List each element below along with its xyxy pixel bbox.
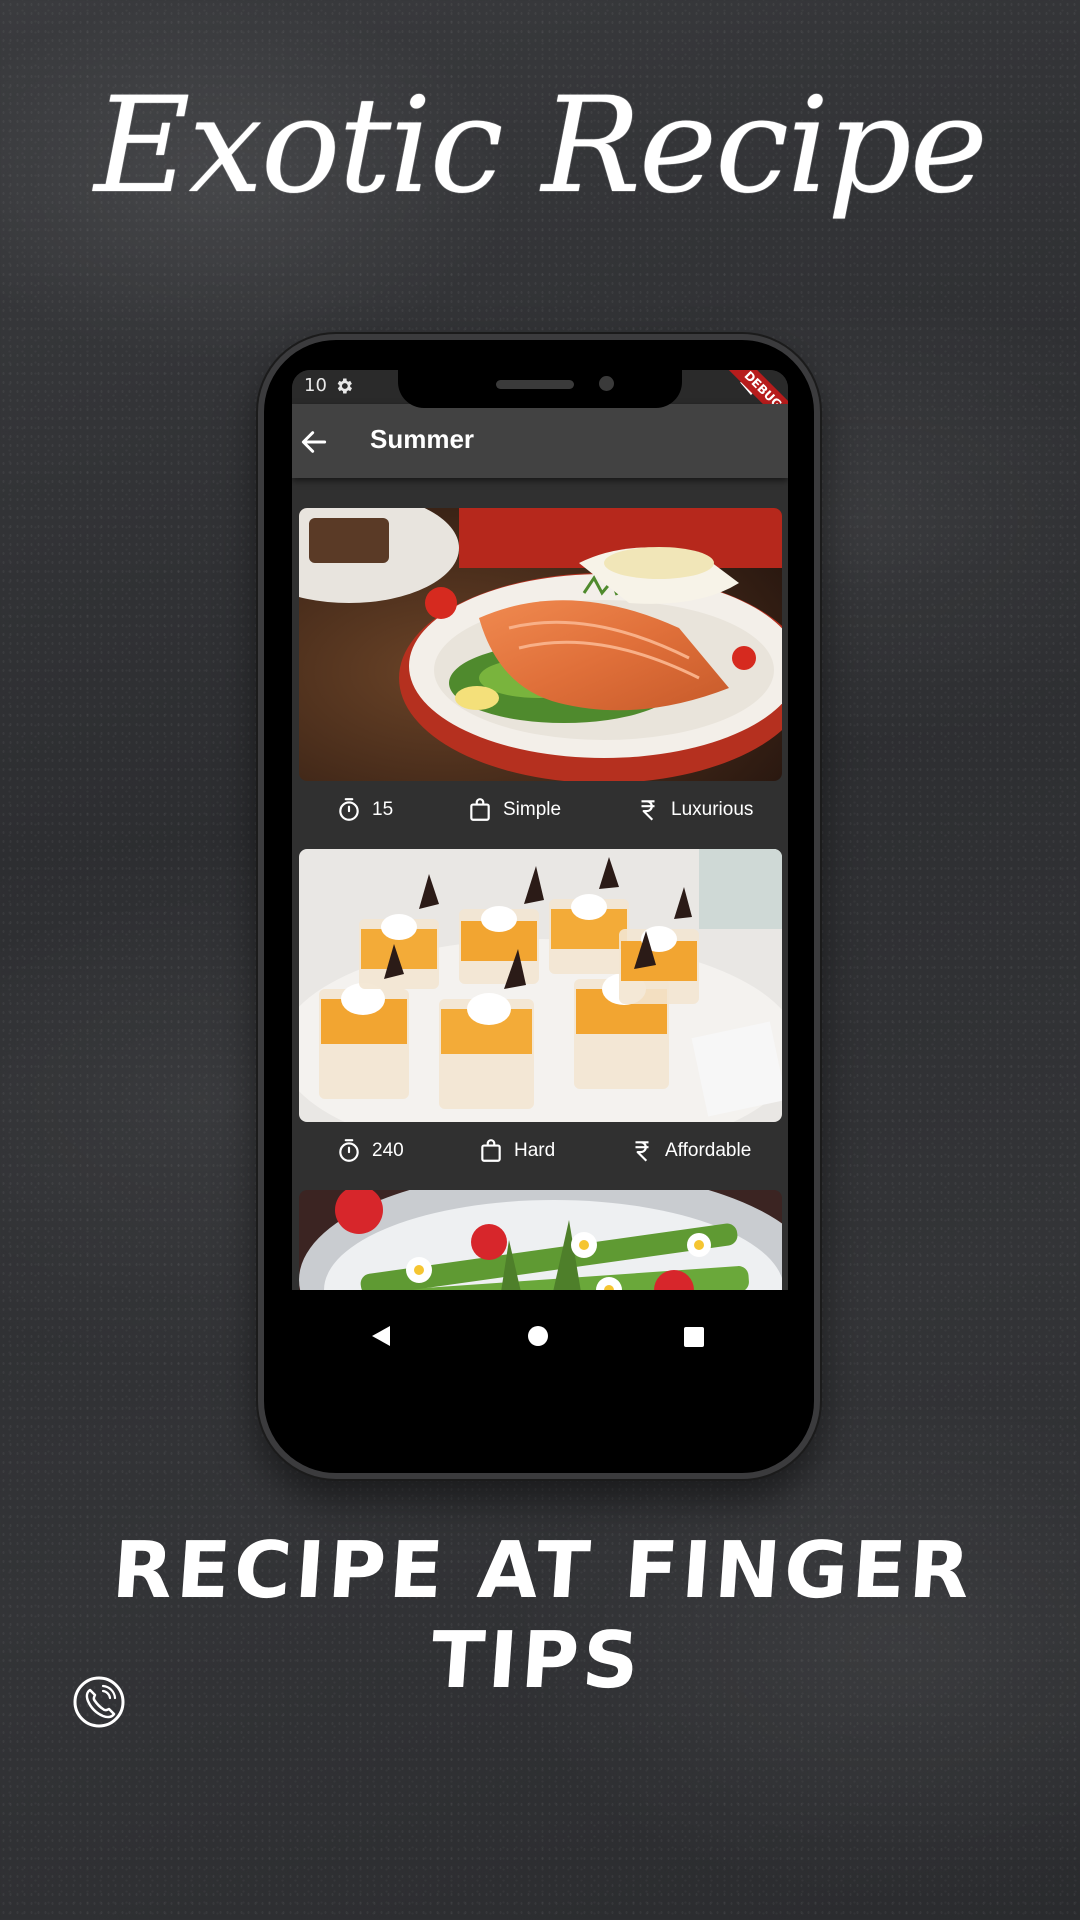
status-time: 10 <box>304 375 327 396</box>
app-bar-title: Summer <box>370 424 475 454</box>
affordability-label: Luxurious <box>671 799 754 820</box>
complexity-item: Simple <box>467 796 561 824</box>
smoked-salmon-plate-image <box>299 508 782 781</box>
timer-icon <box>339 798 359 821</box>
mango-pudding-cups-image <box>299 849 782 1122</box>
phone-call-icon[interactable] <box>72 1675 126 1729</box>
poster-title: Exotic Recipe <box>94 69 988 223</box>
duration-label: 240 <box>372 1140 404 1161</box>
rupee-icon <box>635 1141 649 1162</box>
shopping-bag-icon <box>470 798 490 821</box>
nav-home-circle-icon[interactable] <box>528 1326 548 1346</box>
recipe-meta-row: 240 Hard Affordable <box>292 1125 788 1175</box>
complexity-item: Hard <box>478 1137 555 1165</box>
rupee-icon <box>641 800 655 821</box>
duration-item: 15 <box>336 796 393 824</box>
affordability-item: Affordable <box>629 1137 751 1165</box>
gear-icon <box>337 378 352 394</box>
nav-recents-square-icon[interactable] <box>684 1327 704 1347</box>
shopping-bag-icon <box>481 1139 501 1162</box>
recipe-image-mango-pudding[interactable] <box>299 849 782 1122</box>
affordability-label: Affordable <box>665 1140 752 1161</box>
recipe-meta-row: 15 Simple Luxurious <box>292 784 788 834</box>
poster-tagline: RECIPE AT FINGER TIPS <box>109 1526 977 1706</box>
speaker-grille <box>496 380 574 389</box>
nav-back-triangle-icon[interactable] <box>370 1324 392 1348</box>
android-nav-bar <box>292 1290 788 1380</box>
timer-icon <box>339 1139 359 1162</box>
duration-item: 240 <box>336 1137 404 1165</box>
duration-label: 15 <box>372 799 394 820</box>
complexity-label: Simple <box>503 799 562 820</box>
front-camera <box>599 376 614 391</box>
phone-screen: 10 DEBUG Summer 15 Simple Luxurious 240 … <box>292 370 788 1380</box>
app-bar: Summer <box>292 404 788 478</box>
arrow-left-icon[interactable] <box>298 426 330 458</box>
phone-notch <box>398 366 682 408</box>
recipe-image-salmon[interactable] <box>299 508 782 781</box>
complexity-label: Hard <box>514 1140 556 1161</box>
affordability-item: Luxurious <box>635 796 753 824</box>
